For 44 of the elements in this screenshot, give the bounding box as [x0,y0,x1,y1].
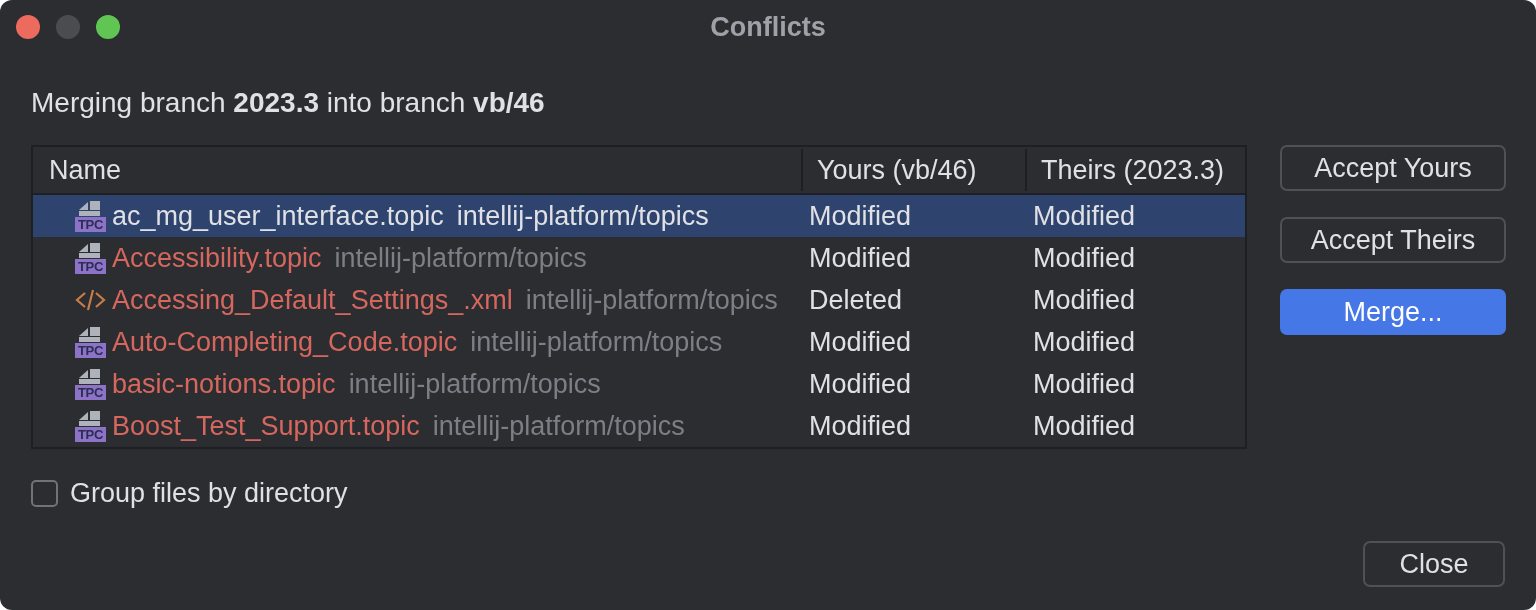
checkbox-label[interactable]: Group files by directory [70,477,348,509]
file-path: intellij-platform/topics [432,410,685,442]
column-header[interactable]: Name [33,149,801,191]
table-cell-text: Modified [1032,284,1137,316]
file-path: intellij-platform/topics [348,368,601,400]
table-cell-text: Modified [1032,368,1137,400]
table-cell-text: Modified [808,368,913,400]
checkbox[interactable] [31,479,58,507]
file-name: Accessibility.topic [112,242,322,274]
table-row[interactable]: Accessing_Default_Settings_.xml intellij-platform/topics Deleted Modified [33,279,1245,321]
column-header[interactable]: Yours (vb/46) [801,149,1025,191]
merge-description: Merging branch 2023.3 into branch vb/46 [31,87,545,119]
file-name: ac_mg_user_interface.topic [112,200,444,232]
window-title: Conflicts [710,11,826,43]
file-name: Boost_Test_Support.topic [112,410,420,442]
column-header[interactable]: Theirs (2023.3) [1025,149,1245,191]
file-name: Accessing_Default_Settings_.xml [112,284,513,316]
table-cell-text: Modified [808,242,913,274]
file-name: Auto-Completing_Code.topic [112,326,458,358]
table-cell-text: Modified [1032,200,1137,232]
action-button[interactable]: Merge... [1280,289,1506,335]
file-path: intellij-platform/topics [525,284,778,316]
close-button[interactable]: Close [1363,541,1505,587]
table-row[interactable]: TPC Boost_Test_Support.topic intellij-platform/topics Modified Modified [33,405,1245,447]
window-zoom-button[interactable] [96,15,120,39]
window-close-button[interactable] [16,15,40,39]
table-cell-text: Modified [1032,326,1137,358]
file-path: intellij-platform/topics [470,326,723,358]
table-cell-text: Modified [1032,242,1137,274]
table-cell-text: Modified [1032,410,1137,442]
code-file-icon [75,288,106,312]
file-path: intellij-platform/topics [456,200,709,232]
table-cell-text: Deleted [808,284,904,316]
file-path: intellij-platform/topics [334,242,587,274]
table-cell-text: Modified [808,326,913,358]
table-cell-text: Modified [808,200,913,232]
action-button[interactable]: Accept Theirs [1280,217,1506,263]
table-cell-text: Modified [808,410,913,442]
table-row[interactable]: TPC Accessibility.topic intellij-platform/topics Modified Modified [33,237,1245,279]
action-button[interactable]: Accept Yours [1280,145,1506,191]
table-row[interactable]: TPC Auto-Completing_Code.topic intellij-platform/topics Modified Modified [33,321,1245,363]
table-row[interactable]: TPC ac_mg_user_interface.topic intellij-platform/topics Modified Modified [33,195,1245,237]
file-name: basic-notions.topic [112,368,336,400]
table-row[interactable]: TPC basic-notions.topic intellij-platform/topics Modified Modified [33,363,1245,405]
